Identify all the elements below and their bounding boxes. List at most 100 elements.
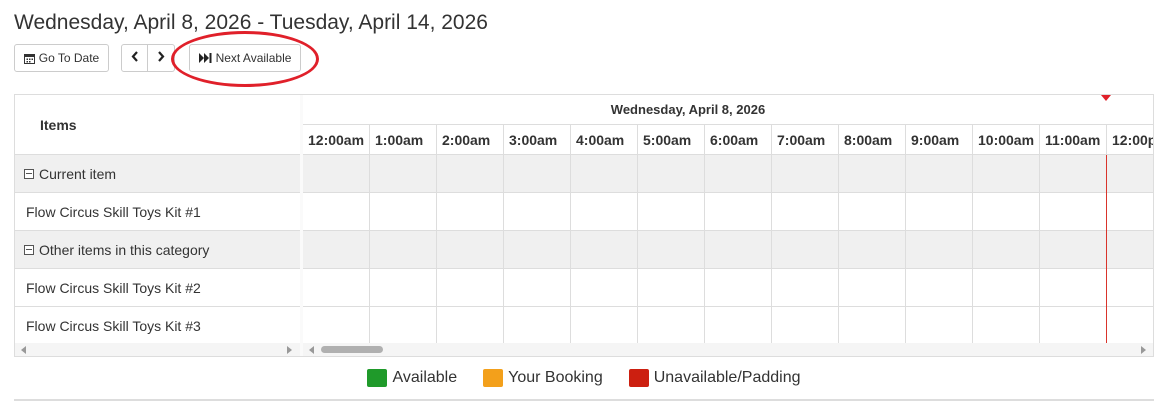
timeline-row[interactable] <box>303 269 1153 307</box>
chevron-left-icon <box>131 49 139 67</box>
timeline-row[interactable] <box>303 307 1153 345</box>
timeline-row[interactable] <box>303 155 1153 193</box>
timeline-row[interactable] <box>303 231 1153 269</box>
time-slot[interactable] <box>1107 155 1153 192</box>
group-row-other[interactable]: Other items in this category <box>15 231 300 269</box>
time-slot[interactable] <box>772 193 839 230</box>
time-slot[interactable] <box>303 231 370 268</box>
time-slot[interactable] <box>772 155 839 192</box>
collapse-icon[interactable] <box>24 168 34 179</box>
time-slot[interactable] <box>839 155 906 192</box>
time-slot[interactable] <box>437 193 504 230</box>
time-slot[interactable] <box>638 155 705 192</box>
time-slot[interactable] <box>571 231 638 268</box>
time-slot[interactable] <box>973 307 1040 344</box>
time-slot[interactable] <box>370 193 437 230</box>
scrollbar-thumb[interactable] <box>321 346 383 353</box>
go-to-date-label: Go To Date <box>38 51 100 65</box>
time-slot[interactable] <box>437 231 504 268</box>
scroll-left-icon[interactable] <box>21 346 26 354</box>
next-available-button[interactable]: Next Available <box>189 44 301 72</box>
hour-label: 3:00am <box>504 125 571 154</box>
time-slot[interactable] <box>1040 155 1107 192</box>
time-slot[interactable] <box>906 307 973 344</box>
time-slot[interactable] <box>1040 269 1107 306</box>
collapse-icon[interactable] <box>24 244 34 255</box>
time-slot[interactable] <box>973 193 1040 230</box>
time-slot[interactable] <box>906 155 973 192</box>
time-slot[interactable] <box>571 307 638 344</box>
time-slot[interactable] <box>1040 307 1107 344</box>
time-slot[interactable] <box>1040 193 1107 230</box>
time-slot[interactable] <box>638 193 705 230</box>
scroll-right-icon[interactable] <box>1141 346 1146 354</box>
group-row-current[interactable]: Current item <box>15 155 300 193</box>
hour-label: 10:00am <box>973 125 1040 154</box>
list-item[interactable]: Flow Circus Skill Toys Kit #3 <box>15 307 300 345</box>
now-line <box>1106 155 1107 343</box>
time-slot[interactable] <box>1107 307 1153 344</box>
time-slot[interactable] <box>504 193 571 230</box>
time-slot[interactable] <box>705 231 772 268</box>
time-slot[interactable] <box>906 231 973 268</box>
scroll-left-icon[interactable] <box>309 346 314 354</box>
time-slot[interactable] <box>839 307 906 344</box>
time-slot[interactable] <box>906 193 973 230</box>
previous-button[interactable] <box>121 44 148 72</box>
time-slot[interactable] <box>370 307 437 344</box>
time-slot[interactable] <box>772 269 839 306</box>
time-slot[interactable] <box>1107 231 1153 268</box>
calendar-icon <box>23 53 35 64</box>
scroll-right-icon[interactable] <box>287 346 292 354</box>
time-slot[interactable] <box>504 269 571 306</box>
next-button[interactable] <box>148 44 175 72</box>
time-slot[interactable] <box>1107 193 1153 230</box>
time-slot[interactable] <box>571 193 638 230</box>
timeline-scrollbar[interactable] <box>303 343 1153 356</box>
time-slot[interactable] <box>638 269 705 306</box>
time-slot[interactable] <box>1040 231 1107 268</box>
timeline-row[interactable] <box>303 193 1153 231</box>
time-slot[interactable] <box>370 155 437 192</box>
time-slot[interactable] <box>772 231 839 268</box>
go-to-date-button[interactable]: Go To Date <box>14 44 109 72</box>
time-slot[interactable] <box>504 155 571 192</box>
time-slot[interactable] <box>303 307 370 344</box>
time-slot[interactable] <box>437 155 504 192</box>
time-slot[interactable] <box>705 193 772 230</box>
time-slot[interactable] <box>772 307 839 344</box>
time-slot[interactable] <box>839 231 906 268</box>
time-slot[interactable] <box>638 231 705 268</box>
group-label: Other items in this category <box>39 241 210 258</box>
time-slot[interactable] <box>370 231 437 268</box>
time-slot[interactable] <box>1107 269 1153 306</box>
time-slot[interactable] <box>973 231 1040 268</box>
time-slot[interactable] <box>705 269 772 306</box>
time-slot[interactable] <box>638 307 705 344</box>
time-slot[interactable] <box>504 307 571 344</box>
legend-swatch <box>367 369 388 387</box>
time-slot[interactable] <box>571 155 638 192</box>
time-slot[interactable] <box>370 269 437 306</box>
items-header: Items <box>15 95 300 155</box>
time-slot[interactable] <box>839 269 906 306</box>
time-slot[interactable] <box>303 269 370 306</box>
fast-forward-icon <box>198 53 212 63</box>
time-slot[interactable] <box>906 269 973 306</box>
legend-label: Your Booking <box>508 369 603 386</box>
time-slot[interactable] <box>303 155 370 192</box>
time-slot[interactable] <box>973 269 1040 306</box>
time-slot[interactable] <box>303 193 370 230</box>
time-slot[interactable] <box>705 307 772 344</box>
time-slot[interactable] <box>504 231 571 268</box>
time-slot[interactable] <box>839 193 906 230</box>
list-item[interactable]: Flow Circus Skill Toys Kit #1 <box>15 193 300 231</box>
hour-label: 6:00am <box>705 125 772 154</box>
left-scrollbar[interactable] <box>15 343 300 356</box>
list-item[interactable]: Flow Circus Skill Toys Kit #2 <box>15 269 300 307</box>
time-slot[interactable] <box>437 307 504 344</box>
time-slot[interactable] <box>973 155 1040 192</box>
time-slot[interactable] <box>571 269 638 306</box>
time-slot[interactable] <box>437 269 504 306</box>
time-slot[interactable] <box>705 155 772 192</box>
